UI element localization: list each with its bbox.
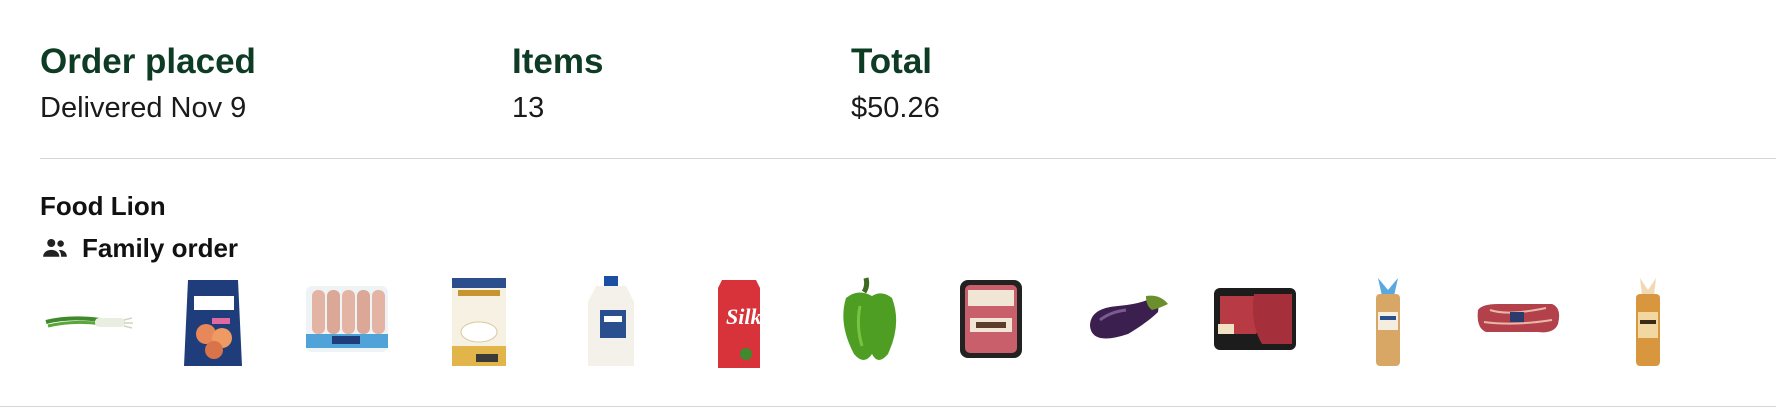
silk-carton-icon[interactable]: Silk — [690, 276, 790, 370]
items-column: Items 13 — [512, 42, 603, 128]
eggplant-icon[interactable] — [1080, 276, 1180, 370]
order-placed-value: Delivered Nov 9 — [40, 92, 247, 124]
sausage-pack-icon[interactable] — [302, 276, 402, 370]
family-order-row: Family order — [40, 232, 238, 264]
total-column: Total $50.26 — [851, 42, 940, 128]
product-thumbnails[interactable]: Silk — [40, 276, 1740, 370]
order-placed-label: Order placed — [40, 42, 256, 81]
steak-tray-icon[interactable] — [1210, 276, 1310, 370]
ground-beef-pack-icon[interactable] — [950, 276, 1050, 370]
shrimp-bag-icon[interactable] — [170, 276, 270, 370]
divider — [40, 158, 1776, 159]
order-placed-column: Order placed Delivered Nov 9 — [40, 42, 256, 128]
wheat-bread-icon[interactable] — [1600, 276, 1700, 370]
people-icon — [43, 239, 67, 257]
svg-text:Silk: Silk — [726, 304, 761, 329]
items-count: 13 — [512, 92, 545, 124]
items-label: Items — [512, 42, 604, 81]
bread-loaf-icon[interactable] — [1340, 276, 1440, 370]
family-order-label: Family order — [82, 232, 239, 263]
corn-starch-box-icon[interactable] — [432, 276, 532, 370]
beef-roast-icon[interactable] — [1470, 276, 1570, 370]
total-value: $50.26 — [851, 92, 940, 124]
milk-jug-icon[interactable] — [560, 276, 660, 370]
store-name: Food Lion — [40, 191, 166, 221]
total-label: Total — [851, 42, 933, 81]
green-pepper-icon[interactable] — [820, 276, 920, 370]
green-onion-icon[interactable] — [40, 276, 140, 370]
